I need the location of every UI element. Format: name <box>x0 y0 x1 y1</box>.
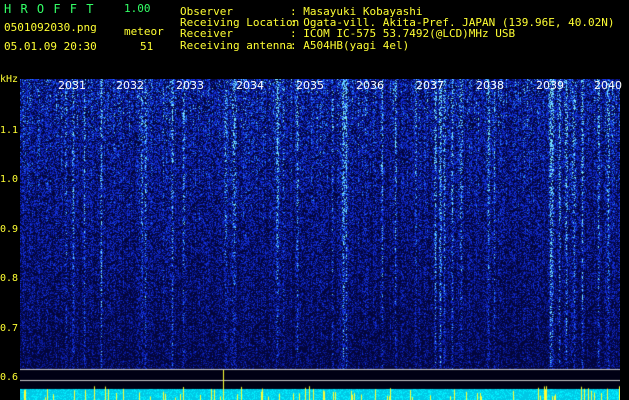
y-tick-label: 0.6 <box>0 372 19 383</box>
y-tick-label: 0.9 <box>0 224 19 235</box>
x-tick-label: 2037 <box>416 79 444 92</box>
x-tick-label: 2032 <box>116 79 144 92</box>
file-name: 0501092030.png <box>4 21 97 34</box>
x-tick-label: 2040 <box>594 79 622 92</box>
count-label: meteor <box>124 25 164 38</box>
x-tick-label: 2036 <box>356 79 384 92</box>
y-tick-label: 0.7 <box>0 323 19 334</box>
y-tick-label: 1.0 <box>0 174 19 185</box>
y-tick-label: 1.1 <box>0 125 19 136</box>
x-tick-label: 2035 <box>296 79 324 92</box>
x-tick-label: 2034 <box>236 79 264 92</box>
antenna-label: Receiving antenna <box>180 39 293 52</box>
y-tick-label: 0.8 <box>0 273 19 284</box>
x-tick-label: 2031 <box>58 79 86 92</box>
app-version: 1.00 <box>124 2 151 15</box>
antenna-value: : A504HB(yagi 4el) <box>290 39 410 52</box>
x-tick-label: 2038 <box>476 79 504 92</box>
meteor-count: 51 <box>140 40 154 53</box>
x-tick-label: 2033 <box>176 79 204 92</box>
x-tick-label: 2039 <box>536 79 564 92</box>
spectrogram-canvas <box>20 79 620 400</box>
datetime: 05.01.09 20:30 <box>4 40 97 53</box>
y-unit-label: kHz <box>0 74 19 85</box>
app-title: H R O F F T <box>4 2 95 16</box>
